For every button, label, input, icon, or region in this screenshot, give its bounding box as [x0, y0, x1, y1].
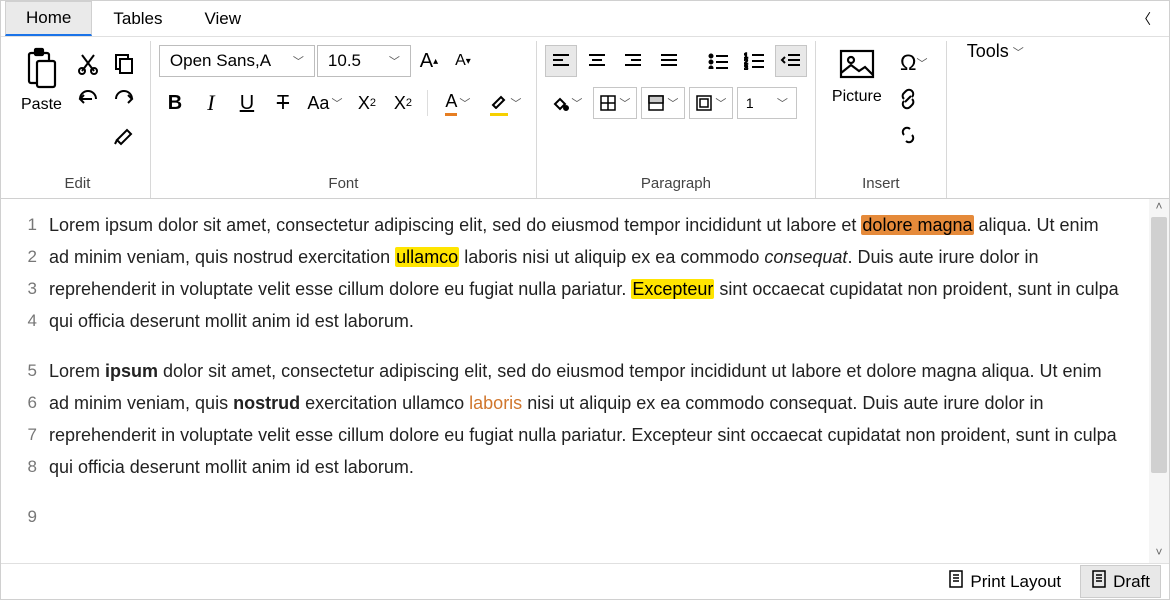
group-font: Open Sans,A ﹀ 10.5 ﹀ A▴ A▾ B I U T Aa﹀ X… — [151, 41, 537, 198]
shrink-font-icon[interactable]: A▾ — [447, 45, 479, 77]
vertical-scrollbar[interactable]: ˄ ˅ — [1149, 199, 1169, 563]
font-name-select[interactable]: Open Sans,A ﹀ — [159, 45, 315, 77]
line-number: 9 — [1, 501, 37, 533]
picture-icon — [837, 47, 877, 86]
collapse-ribbon-icon[interactable]: 〈 — [1123, 9, 1165, 29]
remove-hyperlink-icon[interactable] — [890, 117, 926, 153]
undo-icon[interactable] — [70, 81, 106, 117]
highlighted-text: Excepteur — [631, 279, 714, 299]
group-label-edit: Edit — [65, 173, 91, 196]
draft-label: Draft — [1113, 572, 1150, 592]
highlighted-text: dolore magna — [861, 215, 973, 235]
insert-symbol-button[interactable]: Ω﹀ — [890, 45, 938, 81]
shading-button[interactable]: ﹀ — [641, 87, 685, 119]
print-layout-label: Print Layout — [970, 572, 1061, 592]
font-size-select[interactable]: 10.5 ﹀ — [317, 45, 411, 77]
line-number: 8 — [1, 451, 37, 483]
subscript-button[interactable]: X2 — [387, 87, 419, 119]
bold-text: nostrud — [233, 393, 300, 413]
group-label-insert: Insert — [862, 173, 900, 196]
line-number: 6 — [1, 387, 37, 419]
chevron-down-icon: ﹀ — [293, 53, 304, 69]
line-number: 5 — [1, 355, 37, 387]
scroll-up-icon[interactable]: ˄ — [1155, 199, 1162, 217]
picture-label: Picture — [832, 88, 882, 106]
svg-text:3: 3 — [744, 65, 748, 70]
tab-bar: Home Tables View 〈 — [1, 1, 1169, 37]
align-center-button[interactable] — [581, 45, 613, 77]
tools-label: Tools — [967, 41, 1009, 62]
justify-button[interactable] — [653, 45, 685, 77]
fill-color-button[interactable]: ﹀ — [545, 87, 589, 119]
line-spacing-select[interactable]: 1﹀ — [737, 87, 797, 119]
page-icon — [948, 570, 964, 593]
line-number: 4 — [1, 305, 37, 337]
clipboard-icon — [21, 47, 61, 94]
cut-icon[interactable] — [70, 45, 106, 81]
change-case-button[interactable]: Aa﹀ — [303, 87, 347, 119]
print-layout-view-button[interactable]: Print Layout — [937, 565, 1072, 598]
insert-picture-button[interactable]: Picture — [824, 45, 890, 108]
group-edit: Paste Edit — [5, 41, 151, 198]
underline-button[interactable]: U — [231, 87, 263, 119]
insert-hyperlink-icon[interactable] — [890, 81, 926, 117]
document-area: 1 2 3 4 5 6 7 8 9 Lorem ipsum dolor sit … — [1, 199, 1169, 563]
group-label-paragraph: Paragraph — [641, 173, 711, 196]
align-right-button[interactable] — [617, 45, 649, 77]
font-size-value: 10.5 — [328, 51, 361, 71]
group-insert: Picture Ω﹀ Insert — [816, 41, 947, 198]
line-number: 2 — [1, 241, 37, 273]
tab-tables[interactable]: Tables — [92, 2, 183, 36]
font-name-value: Open Sans,A — [170, 51, 271, 71]
bold-text: ipsum — [105, 361, 158, 381]
text-run: Lorem ipsum dolor sit amet, consectetur … — [49, 215, 861, 235]
group-label-font: Font — [328, 173, 358, 196]
scroll-down-icon[interactable]: ˅ — [1155, 545, 1162, 563]
colored-text: laboris — [469, 393, 522, 413]
group-paragraph: 123 ﹀ ﹀ ﹀ ﹀ 1﹀ — [537, 41, 816, 198]
align-left-button[interactable] — [545, 45, 577, 77]
highlighted-text: ullamco — [395, 247, 459, 267]
paste-button[interactable]: Paste — [13, 45, 70, 116]
italic-button[interactable]: I — [195, 87, 227, 119]
grow-font-icon[interactable]: A▴ — [413, 45, 445, 77]
cell-margins-button[interactable]: ﹀ — [689, 87, 733, 119]
ribbon: Paste Edit — [1, 37, 1169, 199]
tab-view[interactable]: View — [184, 2, 263, 36]
redo-icon[interactable] — [106, 81, 142, 117]
numbered-list-button[interactable]: 123 — [739, 45, 771, 77]
page-icon — [1091, 570, 1107, 593]
text-run: Lorem — [49, 361, 105, 381]
outdent-button[interactable] — [775, 45, 807, 77]
scrollbar-thumb[interactable] — [1151, 217, 1167, 473]
scrollbar-track[interactable] — [1149, 217, 1169, 545]
line-number: 3 — [1, 273, 37, 305]
paste-label: Paste — [21, 96, 62, 114]
italic-text: consequat — [764, 247, 847, 267]
bullet-list-button[interactable] — [703, 45, 735, 77]
status-bar: Print Layout Draft — [1, 563, 1169, 599]
strikethrough-button[interactable]: T — [267, 87, 299, 119]
tools-button[interactable]: Tools﹀ — [967, 41, 1024, 62]
bold-button[interactable]: B — [159, 87, 191, 119]
paragraph[interactable]: Lorem ipsum dolor sit amet, consectetur … — [49, 355, 1119, 483]
line-number-gutter: 1 2 3 4 5 6 7 8 9 — [1, 199, 49, 563]
document-text[interactable]: Lorem ipsum dolor sit amet, consectetur … — [49, 199, 1169, 563]
font-color-button[interactable]: A﹀ — [436, 87, 480, 119]
highlight-color-button[interactable]: ﹀ — [484, 87, 528, 119]
superscript-button[interactable]: X2 — [351, 87, 383, 119]
tab-home[interactable]: Home — [5, 1, 92, 36]
text-run: exercitation ullamco — [300, 393, 469, 413]
format-painter-icon[interactable] — [106, 117, 142, 153]
copy-icon[interactable] — [106, 45, 142, 81]
group-tools: Tools﹀ — [947, 41, 1044, 198]
line-number: 7 — [1, 419, 37, 451]
draft-view-button[interactable]: Draft — [1080, 565, 1161, 598]
text-run: laboris nisi ut aliquip ex ea commodo — [459, 247, 764, 267]
borders-button[interactable]: ﹀ — [593, 87, 637, 119]
chevron-down-icon: ﹀ — [389, 53, 400, 69]
line-spacing-value: 1 — [746, 95, 754, 111]
paragraph[interactable]: Lorem ipsum dolor sit amet, consectetur … — [49, 209, 1119, 337]
line-number: 1 — [1, 209, 37, 241]
